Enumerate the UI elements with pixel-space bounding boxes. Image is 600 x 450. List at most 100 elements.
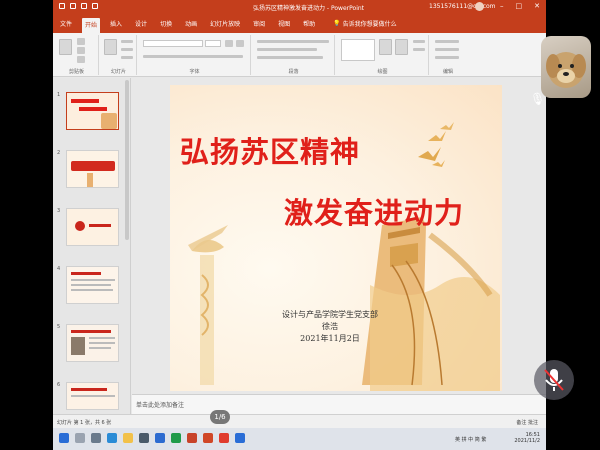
tab-home[interactable]: 开始 [82, 17, 101, 35]
save-icon[interactable] [59, 3, 65, 9]
maximize-icon[interactable]: □ [516, 2, 523, 10]
grow-font-button[interactable] [225, 40, 233, 47]
tab-slideshow[interactable]: 幻灯片放映 [207, 17, 243, 30]
format-painter-button[interactable] [77, 56, 85, 63]
select-button[interactable] [435, 56, 459, 59]
paste-button[interactable] [59, 39, 72, 55]
notes-placeholder: 单击此处添加备注 [136, 402, 185, 409]
slide-presenter: 徐浩 [322, 322, 338, 331]
group-font: 字体 [139, 35, 251, 75]
thumb-text [71, 388, 107, 391]
text-direction-buttons[interactable] [257, 56, 323, 59]
slide-thumbnail-2[interactable] [66, 150, 119, 188]
slide-thumbnail-1[interactable] [66, 92, 119, 130]
slide-title-line2[interactable]: 激发奋进动力 [284, 190, 464, 232]
shape-outline-button[interactable] [413, 48, 425, 51]
tab-design[interactable]: 设计 [132, 17, 150, 30]
tab-review[interactable]: 审阅 [250, 17, 268, 30]
redo-icon[interactable] [81, 3, 87, 9]
ribbon-tabs: 文件 开始 插入 设计 切换 动画 幻灯片放映 审阅 视图 帮助 💡 告诉我你想… [53, 14, 546, 35]
dove-icon [432, 160, 445, 167]
windows-start-icon[interactable] [59, 433, 69, 443]
group-editing: 编辑 [431, 35, 465, 75]
thumb-banner [71, 161, 115, 171]
thumb-text [71, 284, 111, 286]
mic-muted-button[interactable] [534, 360, 574, 400]
clock-date: 2021/11/2 [514, 438, 540, 444]
group-label: 段落 [288, 69, 299, 75]
slide-editor: 弘扬苏区精神 激发奋进动力 设计与产品学院学生党支部 徐浩 2021年11月2日… [132, 78, 546, 414]
thumb-text [89, 224, 111, 227]
replace-button[interactable] [435, 48, 459, 51]
status-right[interactable]: 备注 批注 [516, 419, 538, 426]
edge-icon[interactable] [107, 433, 117, 443]
microphone-icon[interactable]: 🎙 [530, 92, 545, 110]
notes-pane[interactable]: 单击此处添加备注 [132, 394, 546, 414]
shrink-font-button[interactable] [236, 40, 244, 47]
account-name[interactable]: 1351576111@qq.com [429, 3, 496, 10]
slide-thumbnail-6[interactable] [66, 382, 119, 410]
font-size-select[interactable] [205, 40, 221, 47]
align-buttons[interactable] [257, 48, 317, 51]
tab-insert[interactable]: 插入 [107, 17, 125, 30]
thumb-text [89, 342, 115, 344]
current-slide[interactable]: 弘扬苏区精神 激发奋进动力 设计与产品学院学生党支部 徐浩 2021年11月2日 [170, 85, 502, 391]
section-button[interactable] [121, 56, 133, 59]
mic-off-icon [544, 369, 564, 391]
folder-icon[interactable] [123, 433, 133, 443]
pillar-art [188, 225, 228, 385]
quick-styles-button[interactable] [395, 39, 408, 55]
status-bar: 幻灯片 第 1 张，共 6 张 备注 批注 [53, 414, 546, 428]
task-view-icon[interactable] [91, 433, 101, 443]
slide-date: 2021年11月2日 [300, 334, 360, 343]
minimize-icon[interactable]: – [500, 2, 504, 10]
cut-button[interactable] [77, 38, 85, 45]
new-slide-button[interactable] [104, 39, 117, 55]
slide-thumbnail-3[interactable] [66, 208, 119, 246]
page-indicator: 1/6 [210, 410, 230, 424]
ime-indicator[interactable]: 英 拼 中 简 繁 [455, 436, 486, 443]
dove-icon [428, 131, 446, 141]
account-avatar[interactable] [475, 2, 484, 11]
thumb-emblem [75, 221, 85, 231]
tab-help[interactable]: 帮助 [300, 17, 318, 30]
word-icon[interactable] [235, 433, 245, 443]
tab-transitions[interactable]: 切换 [157, 17, 175, 30]
thumb-text [71, 289, 113, 291]
undo-icon[interactable] [70, 3, 76, 9]
font-format-buttons[interactable] [143, 55, 243, 58]
slide-info[interactable]: 设计与产品学院学生党支部 徐浩 2021年11月2日 [270, 309, 390, 345]
app-icon[interactable] [171, 433, 181, 443]
tab-file[interactable]: 文件 [57, 17, 75, 30]
reset-button[interactable] [121, 48, 133, 51]
tab-animations[interactable]: 动画 [182, 17, 200, 30]
powerpoint-icon[interactable] [203, 433, 213, 443]
tab-view[interactable]: 视图 [275, 17, 293, 30]
app-icon[interactable] [139, 433, 149, 443]
shape-fill-button[interactable] [413, 40, 425, 43]
webcam-tile[interactable] [541, 36, 591, 98]
layout-button[interactable] [121, 40, 133, 43]
font-name-select[interactable] [143, 40, 203, 47]
app-icon[interactable] [187, 433, 197, 443]
slide-thumbnail-5[interactable] [66, 324, 119, 362]
thumbnail-scrollbar[interactable] [125, 80, 129, 240]
list-buttons[interactable] [257, 40, 329, 43]
start-slideshow-icon[interactable] [92, 3, 98, 9]
slide-title-line1[interactable]: 弘扬苏区精神 [180, 129, 360, 171]
window-controls: – □ ✕ [500, 2, 540, 10]
app-icon[interactable] [219, 433, 229, 443]
close-icon[interactable]: ✕ [534, 2, 540, 10]
search-icon[interactable] [75, 433, 85, 443]
tell-me-search[interactable]: 💡 告诉我你想要做什么 [333, 19, 397, 28]
app-icon[interactable] [155, 433, 165, 443]
thumb-number: 1 [57, 92, 61, 98]
find-button[interactable] [435, 40, 459, 43]
thumb-text [71, 272, 101, 275]
system-clock[interactable]: 16:51 2021/11/2 [514, 432, 540, 444]
slide-counter: 幻灯片 第 1 张，共 6 张 [57, 420, 112, 426]
copy-button[interactable] [77, 47, 85, 54]
shapes-gallery[interactable] [341, 39, 375, 61]
arrange-button[interactable] [379, 39, 392, 55]
slide-thumbnail-4[interactable] [66, 266, 119, 304]
